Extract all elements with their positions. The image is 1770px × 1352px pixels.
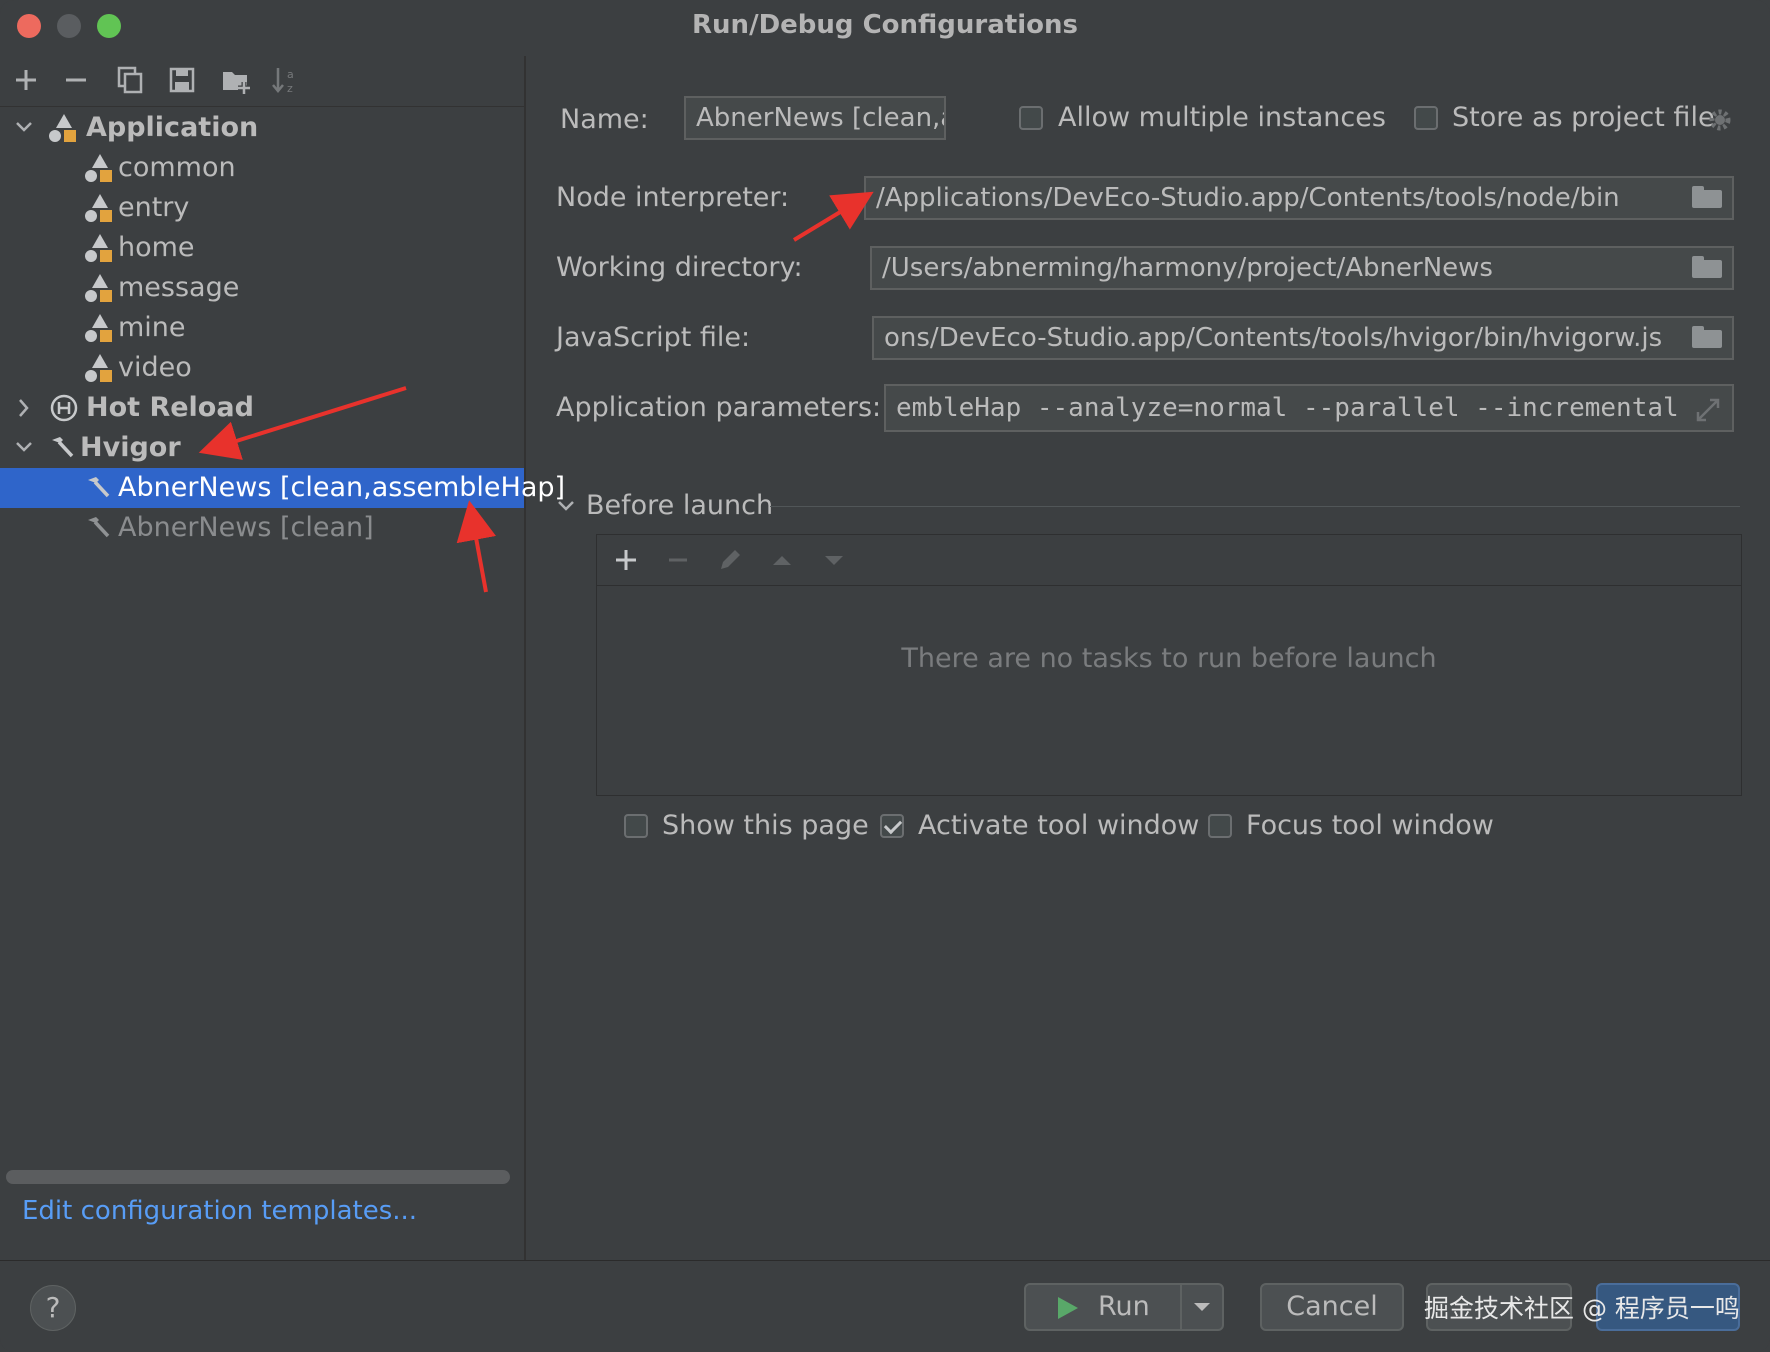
tree-item-label: home [118, 232, 195, 263]
before-launch-toolbar [597, 535, 1741, 586]
allow-multiple-instances-label: Allow multiple instances [1058, 102, 1386, 133]
hammer-icon [84, 514, 112, 554]
configurations-sidebar: az Application common entry home message [0, 56, 565, 1260]
application-config-icon [84, 348, 114, 390]
gear-icon[interactable] [1706, 106, 1734, 138]
folder-icon[interactable] [1692, 186, 1722, 208]
svg-text:z: z [287, 82, 293, 95]
run-button-label: Run [1098, 1291, 1150, 1322]
working-directory-value: /Users/abnerming/harmony/project/AbnerNe… [882, 253, 1493, 283]
sidebar-toolbar: az [0, 56, 524, 107]
copy-icon[interactable] [112, 62, 148, 98]
show-this-page-label: Show this page [662, 810, 869, 841]
tree-item-abnernews-clean[interactable]: AbnerNews [clean] [0, 508, 524, 548]
tree-group-hot-reload[interactable]: Hot Reload [0, 388, 524, 428]
tree-item-label: entry [118, 192, 190, 223]
edit-icon[interactable] [715, 545, 745, 579]
tree-group-application[interactable]: Application [0, 108, 524, 148]
no-tasks-message: There are no tasks to run before launch [901, 643, 1437, 674]
title-bar: Run/Debug Configurations [0, 0, 1770, 56]
name-label: Name: [560, 104, 649, 135]
application-parameters-value: embleHap --analyze=normal --parallel --i… [896, 393, 1679, 423]
application-config-icon [84, 228, 114, 270]
tree-item-mine[interactable]: mine [0, 308, 524, 348]
annotation-arrow [792, 191, 874, 242]
tree-item-abnernews-clean-assemblehap[interactable]: AbnerNews [clean,assembleHap] [0, 468, 565, 508]
tree-item-label: AbnerNews [clean] [118, 512, 374, 543]
focus-tool-window-checkbox[interactable] [1208, 814, 1232, 838]
remove-icon[interactable] [663, 545, 693, 579]
application-config-icon [84, 148, 114, 190]
new-folder-icon[interactable] [218, 62, 254, 98]
tree-item-home[interactable]: home [0, 228, 524, 268]
dialog-footer: ? Run Cancel 掘金技术社区 @ 程序员一鸣 [0, 1260, 1770, 1352]
window-title: Run/Debug Configurations [692, 10, 1078, 40]
store-as-project-file-label: Store as project file [1452, 102, 1715, 133]
help-button[interactable]: ? [30, 1285, 76, 1331]
tree-group-label: Hot Reload [86, 392, 254, 423]
run-debug-configurations-dialog: Run/Debug Configurations az Application … [0, 0, 1770, 1352]
tree-item-label: common [118, 152, 236, 183]
working-directory-input[interactable]: /Users/abnerming/harmony/project/AbnerNe… [870, 246, 1734, 290]
move-up-icon[interactable] [767, 545, 797, 579]
show-this-page-checkbox[interactable] [624, 814, 648, 838]
tree-item-label: AbnerNews [clean,assembleHap] [118, 472, 566, 503]
tree-group-label: Application [86, 112, 259, 143]
javascript-file-input[interactable]: ons/DevEco-Studio.app/Contents/tools/hvi… [872, 316, 1734, 360]
application-config-icon [48, 108, 78, 150]
tree-group-hvigor[interactable]: Hvigor [0, 428, 524, 468]
node-interpreter-label: Node interpreter: [556, 182, 790, 213]
tree-item-video[interactable]: video [0, 348, 524, 388]
working-directory-label: Working directory: [556, 252, 803, 283]
watermark-text: 掘金技术社区 @ 程序员一鸣 [1424, 1294, 1740, 1323]
allow-multiple-instances-checkbox[interactable] [1019, 106, 1043, 130]
javascript-file-label: JavaScript file: [556, 322, 751, 353]
folder-icon[interactable] [1692, 256, 1722, 278]
before-launch-panel: There are no tasks to run before launch [596, 534, 1742, 796]
tree-item-message[interactable]: message [0, 268, 524, 308]
remove-icon[interactable] [58, 62, 94, 98]
edit-configuration-templates-link[interactable]: Edit configuration templates... [22, 1196, 417, 1226]
run-button[interactable]: Run [1024, 1283, 1224, 1331]
tree-item-common[interactable]: common [0, 148, 524, 188]
tree-item-label: message [118, 272, 240, 303]
tree-item-entry[interactable]: entry [0, 188, 524, 228]
add-icon[interactable] [611, 545, 641, 579]
application-parameters-label: Application parameters: [556, 392, 882, 423]
application-parameters-input[interactable]: embleHap --analyze=normal --parallel --i… [884, 384, 1734, 432]
save-icon[interactable] [164, 62, 200, 98]
add-icon[interactable] [8, 62, 44, 98]
cancel-button[interactable]: Cancel [1260, 1283, 1404, 1331]
svg-text:a: a [287, 68, 294, 81]
section-divider [770, 506, 1740, 507]
tree-item-label: mine [118, 312, 186, 343]
chevron-down-icon[interactable] [556, 494, 576, 522]
store-as-project-file-checkbox[interactable] [1414, 106, 1438, 130]
node-interpreter-input[interactable]: /Applications/DevEco-Studio.app/Contents… [864, 176, 1734, 220]
application-config-icon [84, 308, 114, 350]
application-config-icon [84, 188, 114, 230]
horizontal-scrollbar[interactable] [6, 1170, 510, 1184]
tree-item-label: video [118, 352, 192, 383]
expand-icon[interactable] [1694, 394, 1722, 430]
application-config-icon [84, 268, 114, 310]
run-icon [1058, 1297, 1078, 1319]
name-input[interactable]: AbnerNews [clean,a [684, 96, 946, 140]
javascript-file-value: ons/DevEco-Studio.app/Contents/tools/hvi… [884, 323, 1663, 353]
folder-icon[interactable] [1692, 326, 1722, 348]
chevron-down-icon[interactable] [1190, 1285, 1214, 1343]
before-launch-title: Before launch [586, 490, 774, 521]
tree-group-label: Hvigor [80, 432, 181, 463]
move-down-icon[interactable] [819, 545, 849, 579]
focus-tool-window-label: Focus tool window [1246, 810, 1494, 841]
activate-tool-window-label: Activate tool window [918, 810, 1200, 841]
node-interpreter-value: /Applications/DevEco-Studio.app/Contents… [876, 183, 1620, 213]
sort-icon[interactable]: az [268, 62, 304, 98]
activate-tool-window-checkbox[interactable] [880, 814, 904, 838]
split-divider [1180, 1285, 1182, 1329]
